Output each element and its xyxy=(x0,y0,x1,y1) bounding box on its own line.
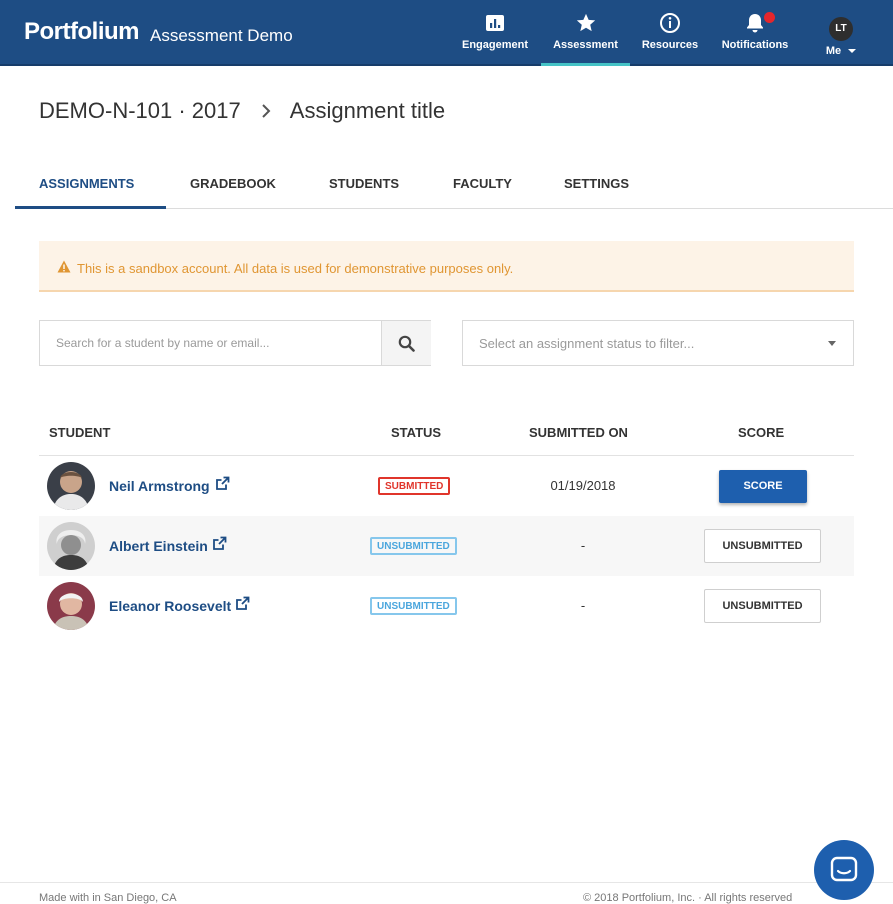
nav-notifications[interactable]: Notifications xyxy=(710,12,800,66)
unsubmitted-button[interactable]: UNSUBMITTED xyxy=(704,529,821,563)
submitted-date: - xyxy=(580,598,586,613)
table-row: Eleanor Roosevelt UNSUBMITTED - UNSUBMIT… xyxy=(39,576,854,636)
status-filter-placeholder: Select an assignment status to filter... xyxy=(479,336,695,351)
bell-icon xyxy=(747,14,763,33)
status-filter-select[interactable]: Select an assignment status to filter... xyxy=(462,320,854,366)
app-title: Assessment Demo xyxy=(150,26,293,45)
breadcrumb-course[interactable]: DEMO-N-101 · 2017 xyxy=(39,98,241,123)
chevron-down-icon xyxy=(848,49,857,54)
nav-assessment[interactable]: Assessment xyxy=(541,12,630,66)
nav-label: Notifications xyxy=(721,39,789,51)
avatar xyxy=(47,462,95,510)
chat-icon xyxy=(830,856,858,882)
unsubmitted-button[interactable]: UNSUBMITTED xyxy=(704,589,821,623)
caret-down-icon xyxy=(828,341,836,346)
chat-launcher-button[interactable] xyxy=(814,840,874,900)
sandbox-alert: This is a sandbox account. All data is u… xyxy=(39,241,854,292)
breadcrumb-page: Assignment title xyxy=(289,98,446,123)
nav-resources[interactable]: Resources xyxy=(625,12,715,66)
nav-label: Assessment xyxy=(553,39,618,51)
column-header-submitted-on: SUBMITTED ON xyxy=(529,425,628,440)
table-row: Neil Armstrong SUBMITTED 01/19/2018 SCOR… xyxy=(39,456,854,516)
status-badge: UNSUBMITTED xyxy=(370,597,457,615)
status-badge: SUBMITTED xyxy=(378,477,451,495)
notification-dot xyxy=(764,12,775,23)
tab-faculty[interactable]: FACULTY xyxy=(453,176,512,191)
star-icon xyxy=(576,13,595,32)
external-link-icon[interactable] xyxy=(212,536,227,551)
me-label: Me xyxy=(825,45,842,57)
tab-students[interactable]: STUDENTS xyxy=(329,176,399,191)
bar-chart-icon xyxy=(486,15,504,31)
column-header-student: STUDENT xyxy=(49,425,111,440)
course-tabs: ASSIGNMENTS GRADEBOOK STUDENTS FACULTY S… xyxy=(15,166,893,209)
user-avatar: LT xyxy=(829,17,853,41)
search-button[interactable] xyxy=(381,321,431,365)
student-name-link[interactable]: Albert Einstein xyxy=(109,538,208,554)
brand-logo[interactable]: Portfolium xyxy=(24,18,140,46)
column-header-score: SCORE xyxy=(738,425,785,440)
student-search xyxy=(39,320,431,366)
table-row: Albert Einstein UNSUBMITTED - UNSUBMITTE… xyxy=(39,516,854,576)
external-link-icon[interactable] xyxy=(235,596,250,611)
warning-icon xyxy=(57,260,71,273)
top-nav-bar: Portfolium Assessment Demo Engagement As… xyxy=(0,0,893,66)
nav-engagement[interactable]: Engagement xyxy=(450,12,540,66)
search-input[interactable] xyxy=(40,321,381,365)
avatar xyxy=(47,522,95,570)
external-link-icon[interactable] xyxy=(215,476,230,491)
tab-gradebook[interactable]: GRADEBOOK xyxy=(190,176,276,191)
tab-assignments[interactable]: ASSIGNMENTS xyxy=(39,176,134,191)
column-header-status: STATUS xyxy=(391,425,442,440)
user-menu[interactable]: LT Me xyxy=(796,14,886,68)
chevron-right-icon xyxy=(261,102,271,123)
active-tab-indicator xyxy=(15,206,166,209)
tab-settings[interactable]: SETTINGS xyxy=(564,176,629,191)
nav-label: Engagement xyxy=(461,39,528,51)
search-icon xyxy=(398,335,415,352)
student-name-link[interactable]: Neil Armstrong xyxy=(109,478,210,494)
breadcrumb: DEMO-N-101 · 2017 Assignment title xyxy=(39,98,445,124)
student-name-link[interactable]: Eleanor Roosevelt xyxy=(109,598,231,614)
footer-divider xyxy=(0,882,893,883)
status-badge: UNSUBMITTED xyxy=(370,537,457,555)
submitted-date: 01/19/2018 xyxy=(550,478,616,493)
footer-copyright: © 2018 Portfolium, Inc. · All rights res… xyxy=(583,892,793,904)
avatar xyxy=(47,582,95,630)
nav-label: Resources xyxy=(641,39,699,51)
info-icon xyxy=(660,13,680,33)
score-button[interactable]: SCORE xyxy=(719,470,807,503)
alert-text: This is a sandbox account. All data is u… xyxy=(77,261,514,276)
submitted-date: - xyxy=(580,538,586,553)
footer-made-with: Made with in San Diego, CA xyxy=(39,892,177,904)
